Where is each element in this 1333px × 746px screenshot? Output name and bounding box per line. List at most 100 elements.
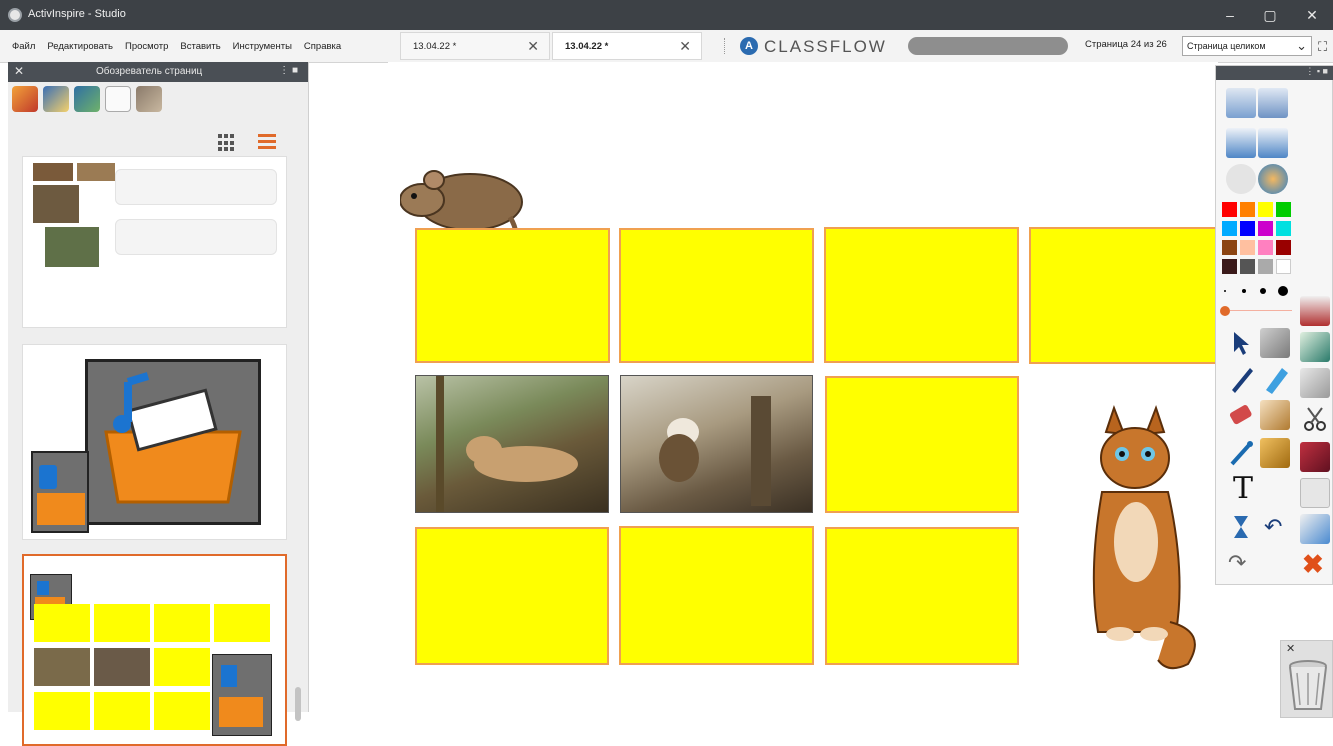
fullscreen-icon[interactable]: ⛶ (1318, 39, 1327, 55)
media-folder-icon (85, 359, 261, 525)
line-connector-icon[interactable] (1226, 438, 1256, 468)
hourglass-icon[interactable] (1226, 512, 1256, 542)
copy-icon[interactable] (1300, 478, 1330, 508)
highlighter-icon[interactable] (1260, 364, 1290, 394)
zoom-select[interactable]: Страница целиком ⌄ (1182, 36, 1312, 56)
scissors-icon[interactable] (1300, 404, 1330, 434)
photo-card-bird[interactable] (620, 375, 813, 513)
tab-close-icon[interactable]: ✕ (679, 38, 691, 55)
color-swatch-dark-gray[interactable] (1240, 259, 1255, 274)
page-thumbnail-current[interactable] (22, 554, 287, 746)
color-swatch-yellow[interactable] (1258, 202, 1273, 217)
color-swatch-gray[interactable] (1258, 259, 1273, 274)
color-swatch-white[interactable] (1276, 259, 1291, 274)
delete-icon[interactable]: ✖ (1302, 550, 1332, 580)
pen-width-2[interactable] (1242, 289, 1246, 293)
globe-icon[interactable] (1258, 164, 1288, 194)
pen-width-3[interactable] (1260, 288, 1266, 294)
reset-page-icon[interactable] (1258, 88, 1288, 118)
color-swatch-green[interactable] (1276, 202, 1291, 217)
color-swatch-aqua[interactable] (1276, 221, 1291, 236)
color-swatch-black-brown[interactable] (1222, 259, 1237, 274)
memory-card[interactable] (824, 227, 1019, 363)
select-pointer-icon[interactable] (1226, 328, 1256, 358)
tab-label: 13.04.22 * (565, 41, 609, 52)
pen-width-1[interactable] (1224, 290, 1226, 292)
cat-image[interactable] (1058, 402, 1208, 677)
trash-bin-icon[interactable] (1287, 659, 1329, 713)
memory-card[interactable] (415, 527, 609, 665)
memory-card[interactable] (1029, 227, 1219, 364)
memory-card[interactable] (619, 228, 814, 363)
close-window-button[interactable]: ✕ (1297, 4, 1327, 26)
minimize-button[interactable]: – (1215, 4, 1245, 26)
menu-tab-row: Файл Редактировать Просмотр Вставить Инс… (0, 30, 1333, 63)
main-menu-icon[interactable] (1226, 88, 1256, 118)
magic-ink-icon[interactable] (1300, 332, 1330, 362)
color-swatch-brown[interactable] (1222, 240, 1237, 255)
next-page-icon[interactable] (1258, 128, 1288, 158)
resource-pack-icon[interactable] (1260, 438, 1290, 468)
toolbox-pin-icon[interactable]: ⋮ ▪ ■ (1305, 66, 1328, 77)
panel-pin-icon[interactable]: ⋮ ■ (279, 65, 298, 76)
menu-file[interactable]: Файл (12, 41, 35, 52)
menu-help[interactable]: Справка (304, 41, 341, 52)
menu-tools[interactable]: Инструменты (233, 41, 292, 52)
classflow-search-bar[interactable] (908, 37, 1068, 55)
memory-card[interactable] (825, 376, 1019, 513)
pen-width-4[interactable] (1278, 286, 1288, 296)
color-swatch-dark-red[interactable] (1276, 240, 1291, 255)
memory-card[interactable] (825, 527, 1019, 665)
save-flipchart-icon[interactable] (1300, 296, 1330, 326)
redo-icon[interactable]: ↷ (1228, 550, 1258, 580)
tab-document-2[interactable]: 13.04.22 * ✕ (552, 32, 702, 60)
close-panel-icon[interactable]: ✕ (14, 64, 24, 78)
fill-icon[interactable] (1260, 400, 1290, 430)
menu-edit[interactable]: Редактировать (47, 41, 113, 52)
color-swatch-peach[interactable] (1240, 240, 1255, 255)
tab-close-icon[interactable]: ✕ (527, 38, 539, 55)
photo-card-wolf[interactable] (415, 375, 609, 513)
eraser-icon[interactable] (1226, 400, 1256, 430)
tab-document-1[interactable]: 13.04.22 * ✕ (400, 32, 550, 60)
sidebar-scrollbar[interactable] (295, 687, 301, 721)
list-view-icon[interactable] (258, 134, 276, 152)
maximize-button[interactable]: ▢ (1255, 4, 1285, 26)
notes-browser-icon[interactable] (105, 86, 131, 112)
camera-snapshot-icon[interactable] (1300, 368, 1330, 398)
resource-browser-icon[interactable] (43, 86, 69, 112)
page-counter: Страница 24 из 26 (1085, 39, 1167, 50)
flipchart-canvas[interactable] (388, 62, 1219, 712)
page-thumbnail[interactable] (22, 344, 287, 540)
memory-card[interactable] (415, 228, 610, 363)
tools-icon[interactable] (1260, 328, 1290, 358)
page-thumbnail[interactable] (22, 156, 287, 328)
color-swatch-pink[interactable] (1258, 240, 1273, 255)
record-icon[interactable] (1226, 164, 1256, 194)
color-swatch-cyan[interactable] (1222, 221, 1237, 236)
menu-insert[interactable]: Вставить (180, 41, 220, 52)
pen-icon[interactable] (1226, 364, 1256, 394)
memory-card[interactable] (619, 526, 814, 665)
color-swatch-orange[interactable] (1240, 202, 1255, 217)
previous-page-icon[interactable] (1226, 128, 1256, 158)
paste-icon[interactable] (1300, 514, 1330, 544)
object-browser-icon[interactable] (74, 86, 100, 112)
menu-view[interactable]: Просмотр (125, 41, 168, 52)
classflow-logo[interactable]: A CLASSFLOW (740, 36, 900, 56)
pen-width-slider[interactable] (1230, 310, 1292, 311)
page-browser-icon[interactable] (12, 86, 38, 112)
color-swatch-red[interactable] (1222, 202, 1237, 217)
floppy-save-icon[interactable] (1300, 442, 1330, 472)
property-browser-icon[interactable] (136, 86, 162, 112)
page-browser-header: ✕ Обозреватель страниц ⋮ ■ (8, 62, 308, 82)
thumb-photo (77, 163, 115, 181)
pen-width-slider-handle[interactable] (1220, 306, 1230, 316)
close-trash-icon[interactable]: ✕ (1286, 642, 1295, 655)
color-swatch-blue[interactable] (1240, 221, 1255, 236)
color-swatch-magenta[interactable] (1258, 221, 1273, 236)
grid-view-icon[interactable] (218, 134, 236, 152)
thumb-shelf (115, 219, 277, 255)
text-tool-icon[interactable]: T (1228, 474, 1258, 504)
undo-icon[interactable]: ↶ (1264, 514, 1294, 544)
